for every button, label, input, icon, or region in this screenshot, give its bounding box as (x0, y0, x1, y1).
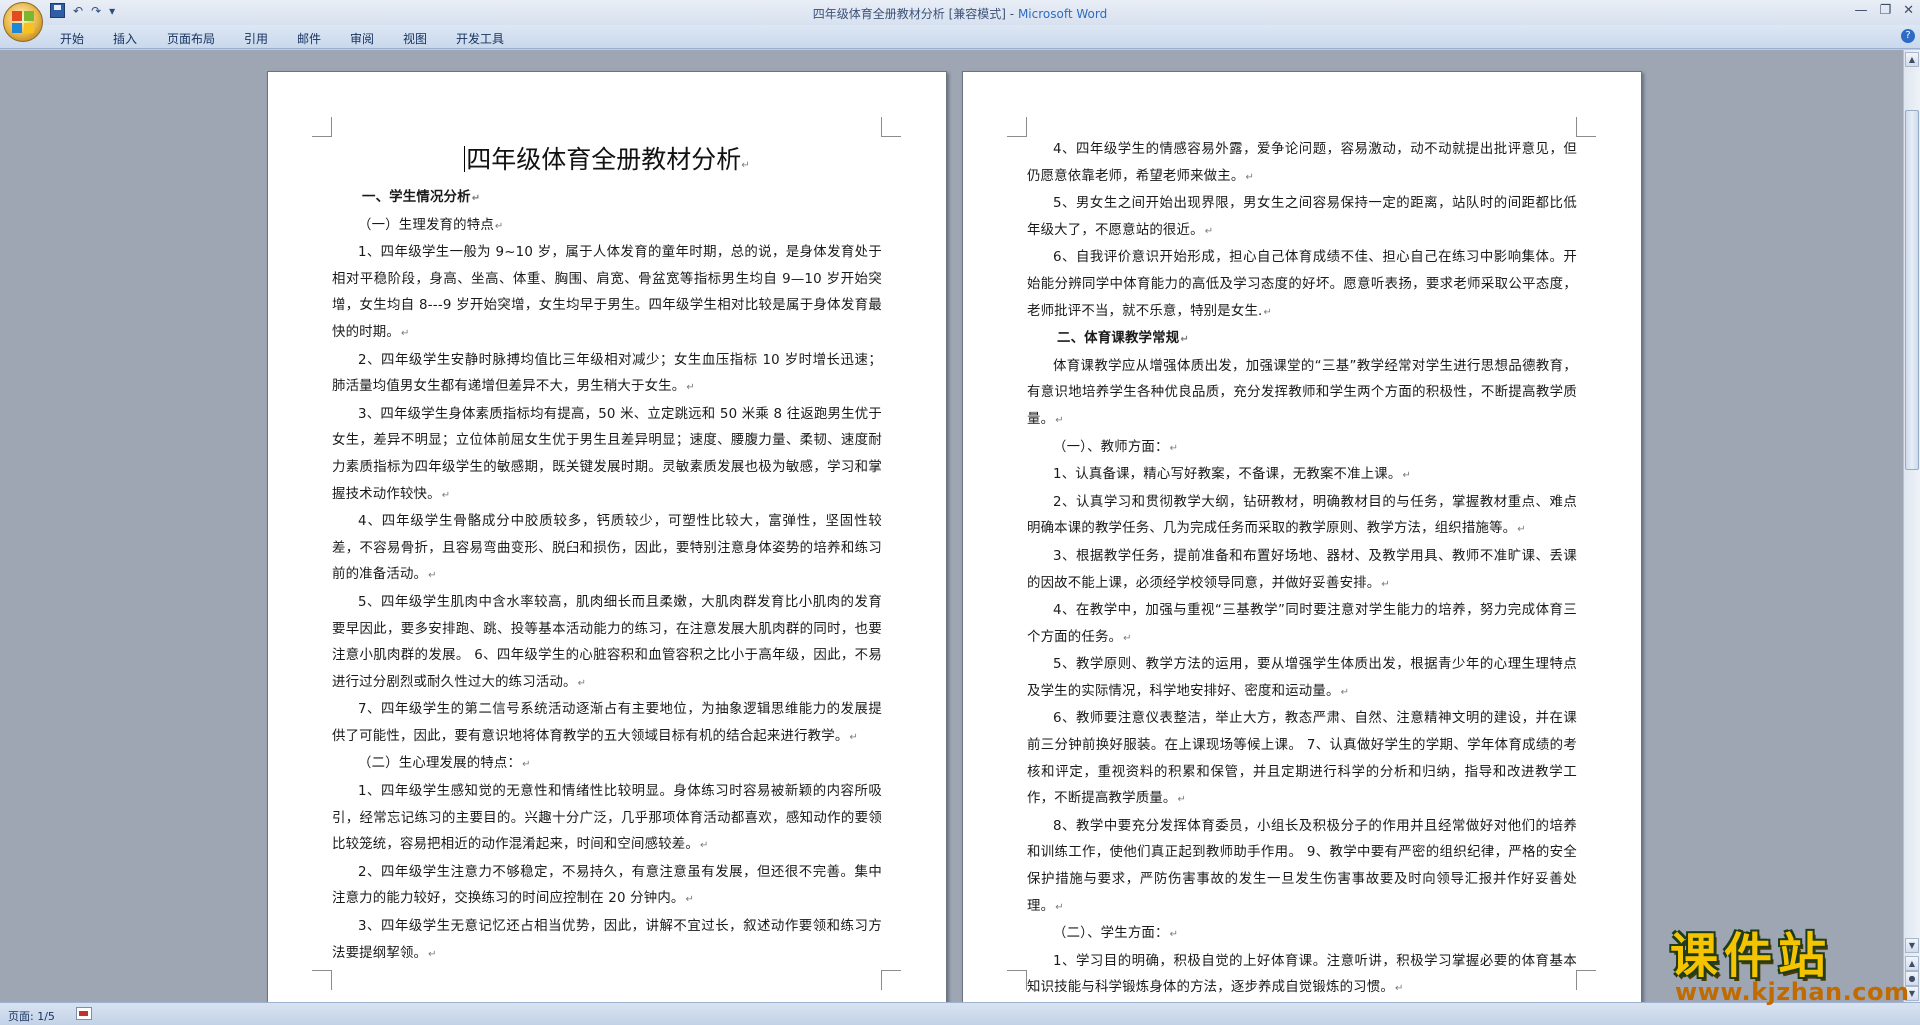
paragraph: 3、根据教学任务，提前准备和布置好场地、器材、及教学用具、教师不准旷课、丢课的因… (1027, 544, 1577, 598)
minimize-button[interactable]: — (1854, 3, 1867, 18)
tab-review[interactable]: 审阅 (350, 30, 374, 47)
paragraph: 6、自我评价意识开始形成，担心自己体育成绩不佳、担心自己在练习中影响集体。开始能… (1027, 245, 1577, 326)
crop-mark-bottom-left (312, 970, 332, 990)
document-page-1[interactable]: 四年级体育全册教材分析 一、学生情况分析（一）生理发育的特点1、四年级学生一般为… (267, 71, 947, 1008)
tab-home[interactable]: 开始 (60, 30, 84, 47)
paragraph: （二）、学生方面： (1027, 921, 1577, 949)
paragraph: 2、认真学习和贯彻教学大纲，钻研教材，明确教材目的与任务，掌握教材重点、难点明确… (1027, 490, 1577, 544)
crop-mark-bottom-right (1576, 970, 1596, 990)
scrollbar-thumb[interactable] (1905, 110, 1919, 470)
paragraph: 5、男女生之间开始出现界限，男女生之间容易保持一定的距离，站队时的间距都比低年级… (1027, 191, 1577, 245)
paragraph: （一）、教师方面： (1027, 435, 1577, 463)
paragraph: 5、教学原则、教学方法的运用，要从增强学生体质出发，根据青少年的心理生理特点及学… (1027, 652, 1577, 706)
status-bar: 页面: 1/5 (0, 1002, 1920, 1025)
paragraph: 2、四年级学生安静时脉搏均值比三年级相对减少；女生血压指标 10 岁时增长迅速；… (332, 348, 882, 402)
paragraph: 6、教师要注意仪表整洁，举止大方，教态严肃、自然、注意精神文明的建设，并在课前三… (1027, 706, 1577, 813)
paragraph: 8、教学中要充分发挥体育委员，小组长及积极分子的作用并且经常做好对他们的培养和训… (1027, 814, 1577, 921)
title-bar: ↶ ↷ ▾ 四年级体育全册教材分析 [兼容模式] - Microsoft Wor… (0, 0, 1920, 25)
page-2-body: 4、四年级学生的情感容易外露，爱争论问题，容易激动，动不动就提出批评意见，但仍愿… (1027, 137, 1577, 1003)
paragraph: 7、四年级学生的第二信号系统活动逐渐占有主要地位，为抽象逻辑思维能力的发展提供了… (332, 697, 882, 751)
tab-mailings[interactable]: 邮件 (297, 30, 321, 47)
paragraph: 1、四年级学生感知觉的无意性和情绪性比较明显。身体练习时容易被新颖的内容所吸引，… (332, 779, 882, 860)
section-heading: 二、体育课教学常规 (1027, 326, 1577, 354)
office-button[interactable] (3, 2, 43, 42)
paragraph: 体育课教学应从增强体质出发，加强课堂的“三基”教学经常对学生进行思想品德教育，有… (1027, 354, 1577, 435)
crop-mark-bottom-left (1007, 970, 1027, 990)
paragraph: 3、四年级学生无意记忆还占相当优势，因此，讲解不宜过长，叙述动作要领和练习方法要… (332, 914, 882, 968)
watermark-url: www.kjzhan.com (1675, 978, 1910, 1006)
restore-button[interactable]: ❐ (1879, 3, 1891, 18)
paragraph: 5、四年级学生肌肉中含水率较高，肌肉细长而且柔嫩，大肌肉群发育比小肌肉的发育要早… (332, 590, 882, 697)
paragraph: 4、四年级学生骨骼成分中胶质较多，钙质较少，可塑性比较大，富弹性，坚固性较差，不… (332, 509, 882, 590)
paragraph: 4、在教学中，加强与重视“三基教学”同时要注意对学生能力的培养，努力完成体育三个… (1027, 598, 1577, 652)
tab-developer[interactable]: 开发工具 (456, 30, 504, 47)
paragraph: 1、认真备课，精心写好教案，不备课，无教案不准上课。 (1027, 462, 1577, 490)
tab-insert[interactable]: 插入 (113, 30, 137, 47)
crop-mark-top-right (1576, 117, 1596, 137)
watermark-logo: 课件站 (1670, 928, 1833, 984)
watermark: 课件站 www.kjzhan.com (1620, 920, 1920, 1006)
section-heading: 一、学生情况分析 (332, 185, 882, 213)
paragraph: 1、学习目的明确，积极自觉的上好体育课。注意听讲，积极学习掌握必要的体育基本知识… (1027, 949, 1577, 1003)
ribbon-tabs: 开始 插入 页面布局 引用 邮件 审阅 视图 开发工具 ? (0, 25, 1920, 49)
vertical-scrollbar[interactable]: ▲ ▼ ▲ ● ▼ (1903, 50, 1920, 1002)
tab-view[interactable]: 视图 (403, 30, 427, 47)
paragraph: 4、四年级学生的情感容易外露，爱争论问题，容易激动，动不动就提出批评意见，但仍愿… (1027, 137, 1577, 191)
window-title: 四年级体育全册教材分析 [兼容模式] - Microsoft Word (812, 7, 1108, 21)
crop-mark-top-left (1007, 117, 1027, 137)
tab-page-layout[interactable]: 页面布局 (167, 30, 215, 47)
crop-mark-top-right (881, 117, 901, 137)
crop-mark-bottom-right (881, 970, 901, 990)
close-button[interactable]: ✕ (1903, 3, 1914, 18)
document-title: 四年级体育全册教材分析 (332, 140, 882, 176)
document-page-2[interactable]: 4、四年级学生的情感容易外露，爱争论问题，容易激动，动不动就提出批评意见，但仍愿… (962, 71, 1642, 1008)
help-icon[interactable]: ? (1901, 29, 1915, 43)
crop-mark-top-left (312, 117, 332, 137)
window-controls: — ❐ ✕ (1854, 3, 1914, 18)
tab-references[interactable]: 引用 (244, 30, 268, 47)
page-1-body: 一、学生情况分析（一）生理发育的特点1、四年级学生一般为 9~10 岁，属于人体… (332, 185, 882, 968)
paragraph: 3、四年级学生身体素质指标均有提高，50 米、立定跳远和 50 米乘 8 往返跑… (332, 402, 882, 509)
paragraph: （一）生理发育的特点 (332, 213, 882, 241)
paragraph: （二）生心理发展的特点： (332, 751, 882, 779)
scroll-up-button[interactable]: ▲ (1905, 52, 1919, 67)
office-logo-icon (12, 11, 34, 33)
proofing-icon[interactable] (76, 1007, 92, 1020)
page-count[interactable]: 页面: 1/5 (8, 1008, 55, 1024)
paragraph: 1、四年级学生一般为 9~10 岁，属于人体发育的童年时期，总的说，是身体发育处… (332, 240, 882, 347)
paragraph: 2、四年级学生注意力不够稳定，不易持久，有意注意虽有发展，但还很不完善。集中注意… (332, 860, 882, 914)
